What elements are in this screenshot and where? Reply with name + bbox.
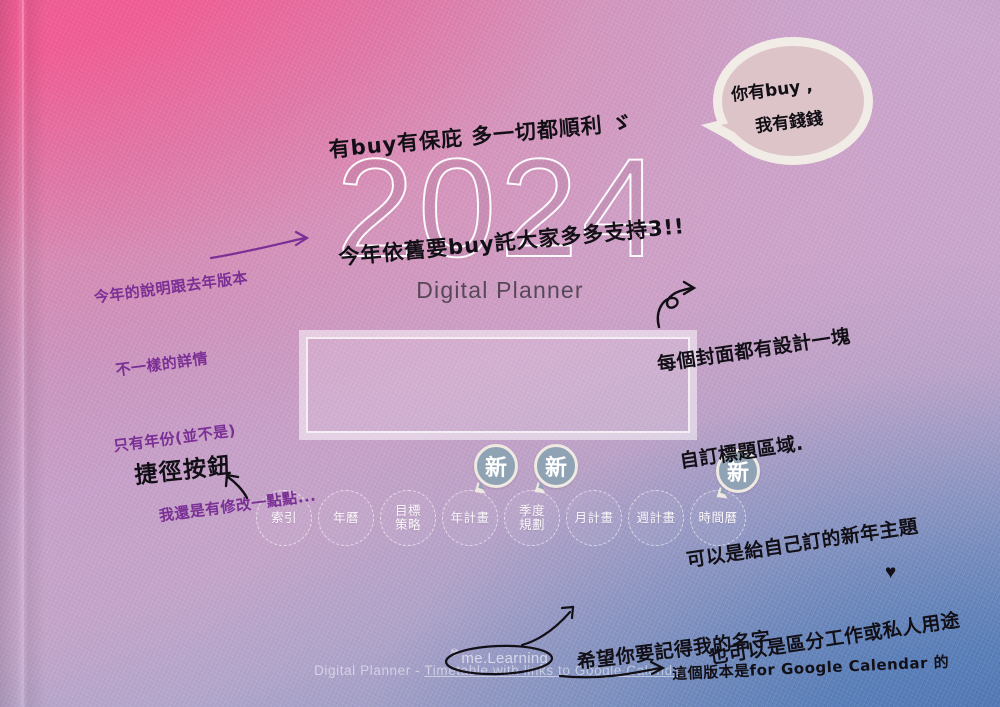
planner-cover: 2024 Digital Planner 索引 年曆 目標 策略 年計畫 季度 …	[0, 0, 1000, 707]
nav-button-month-plan[interactable]: 月計畫	[566, 490, 622, 546]
annotation-top-line2: 今年依舊要buy託大家多多支持3!!	[337, 214, 686, 270]
heart-icon: ♥	[885, 562, 897, 583]
annotation-right-line1: 每個封面都有設計一塊	[655, 325, 852, 376]
speech-bubble: 你有buy , 我有錢錢	[701, 37, 873, 165]
nav-label-line1: 年計畫	[450, 511, 490, 525]
nav-button-goal-strategy[interactable]: 目標 策略	[380, 490, 436, 546]
footer-prefix: Digital Planner -	[314, 663, 425, 678]
nav-label-line1: 年曆	[332, 511, 359, 525]
speech-bubble-line1: 你有buy ,	[730, 75, 814, 106]
nav-label-line1: 月計畫	[574, 511, 614, 525]
nav-label-line1: 目標	[394, 504, 421, 518]
annotation-top: 有buy有保庇 多一切都順利 ゞ 今年依舊要buy託大家多多支持3!!	[321, 29, 693, 347]
annotation-top-line1: 有buy有保庇 多一切都順利 ゞ	[327, 110, 634, 162]
new-badge-quarter-plan: 新	[534, 444, 578, 496]
nav-label-line1: 週計畫	[636, 511, 676, 525]
nav-button-quarter-plan[interactable]: 季度 規劃	[504, 490, 560, 546]
new-badge-goal-strategy: 新	[474, 444, 518, 496]
annotation-left-line4: 我還是有修改一點點...	[157, 486, 318, 525]
nav-label-line2: 規劃	[518, 518, 545, 532]
annotation-left-line2: 不一樣的詳情	[114, 349, 210, 380]
nav-button-week-plan[interactable]: 週計畫	[628, 490, 684, 546]
flower-icon: ✾	[449, 647, 460, 659]
custom-title-box[interactable]	[299, 330, 697, 440]
shortcut-nav: 索引 年曆 目標 策略 年計畫 季度 規劃 月計畫 週計畫 時間曆	[256, 489, 746, 547]
annotation-right-line2: 自訂標題區域.	[678, 432, 805, 473]
annotation-left-line1: 今年的說明跟去年版本	[92, 268, 249, 307]
custom-title-box-inner-border	[306, 337, 690, 433]
nav-label-line1: 季度	[518, 504, 545, 518]
book-spine-fold-line	[22, 0, 24, 707]
nav-button-year-plan[interactable]: 年計畫	[442, 490, 498, 546]
nav-button-yearly-calendar[interactable]: 年曆	[318, 490, 374, 546]
book-spine	[0, 0, 46, 707]
nav-label-line2: 策略	[394, 518, 421, 532]
